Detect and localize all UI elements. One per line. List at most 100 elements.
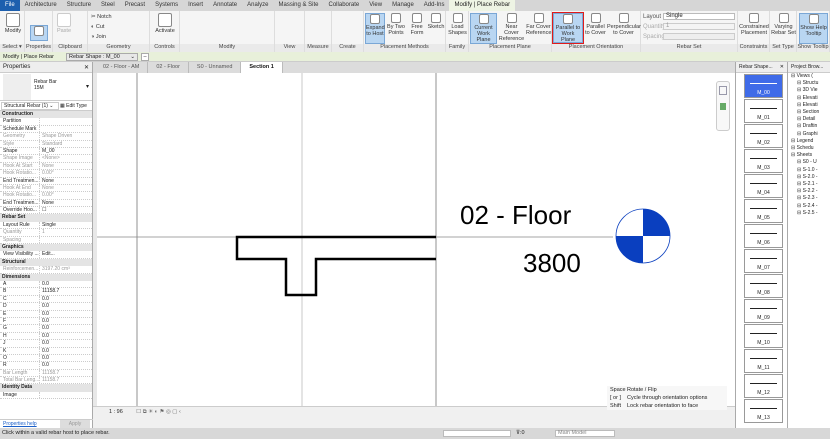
far-cover-button[interactable]: Far Cover Reference <box>526 13 551 36</box>
property-value[interactable]: 0.0 <box>40 311 92 317</box>
browser-item[interactable]: ⊟ Section <box>791 109 830 116</box>
tab-massing[interactable]: Massing & Site <box>273 0 323 11</box>
property-row[interactable]: End Treatmen... None <box>0 199 92 208</box>
property-value[interactable]: 0.0 <box>40 318 92 324</box>
workset-select[interactable] <box>443 430 511 437</box>
rebar-shape-item[interactable]: M_00 <box>744 74 783 98</box>
design-option-select[interactable]: Main Model <box>555 430 615 437</box>
tab-steel[interactable]: Steel <box>96 0 120 11</box>
property-value[interactable]: None <box>40 185 92 191</box>
browser-item[interactable]: ⊟ S-2.5 - <box>791 210 830 217</box>
rebar-shape-item[interactable]: M_08 <box>744 274 783 298</box>
browser-item[interactable]: ⊟ S-1.0 - <box>791 167 830 174</box>
browser-item[interactable]: ⊟ Draftin <box>791 123 830 130</box>
tab-annotate[interactable]: Annotate <box>208 0 242 11</box>
property-row[interactable]: C 0.0 <box>0 295 92 304</box>
tab-modify-place-rebar[interactable]: Modify | Place Rebar <box>449 0 516 11</box>
property-row[interactable]: G 0.0 <box>0 325 92 333</box>
property-row[interactable]: B 11158.7 <box>0 288 92 296</box>
properties-button[interactable] <box>30 25 48 41</box>
near-cover-button[interactable]: Near Cover Reference <box>498 13 525 42</box>
property-row[interactable]: R 0.0 <box>0 362 92 370</box>
tab-file[interactable]: File <box>0 0 20 11</box>
properties-help-link[interactable]: Properties help <box>0 421 37 427</box>
property-row[interactable]: O 0.0 <box>0 354 92 363</box>
property-value[interactable]: Shape Driven <box>40 133 92 139</box>
property-row[interactable]: Hook Rotatio... 0.00° <box>0 192 92 200</box>
modify-button[interactable]: Modify <box>3 13 23 34</box>
browser-item[interactable]: ⊟ S0 - U <box>791 159 830 166</box>
tab-view[interactable]: View <box>364 0 387 11</box>
browser-item[interactable]: ⊟ S-2.4 - <box>791 203 830 210</box>
filter-icon[interactable]: ⊽:0 <box>516 428 525 439</box>
property-value[interactable]: Single <box>40 222 92 228</box>
property-row[interactable]: View Visibility ... Edit... <box>0 251 92 259</box>
spacing-input[interactable] <box>663 33 735 40</box>
view-tab-unnamed[interactable]: S0 - Unnamed <box>189 62 242 73</box>
perpendicular-to-cover-button[interactable]: Perpendicular to Cover <box>607 13 641 36</box>
property-row[interactable]: Quantity 1 <box>0 229 92 237</box>
property-row[interactable]: Geometry Shape Driven <box>0 133 92 141</box>
browser-item[interactable]: ⊟ Elevati <box>791 102 830 109</box>
property-value[interactable]: 11158.7 <box>40 370 92 376</box>
close-icon[interactable]: ✕ <box>84 64 89 71</box>
rebar-shape-item[interactable]: M_12 <box>744 374 783 398</box>
rebar-shape-select[interactable]: Rebar Shape : M_00 ⌄ <box>66 53 138 61</box>
show-help-tooltip-button[interactable]: Show Help Tooltip <box>799 13 828 44</box>
property-row[interactable]: H 0.0 <box>0 332 92 341</box>
tab-collaborate[interactable]: Collaborate <box>324 0 365 11</box>
property-value[interactable]: <None> <box>40 155 92 161</box>
current-work-plane-button[interactable]: Current Work Plane <box>470 13 497 44</box>
browser-item[interactable]: ⊟ Structu <box>791 80 830 87</box>
property-row[interactable]: End Treatmen... None <box>0 177 92 185</box>
property-row[interactable]: E 0.0 <box>0 310 92 318</box>
browser-item[interactable]: ⊟ Elevati <box>791 95 830 102</box>
property-row[interactable]: Hook At Start None <box>0 162 92 171</box>
property-row[interactable]: Partition <box>0 118 92 126</box>
expand-to-host-button[interactable]: Expand to Host <box>365 13 385 44</box>
by-two-points-button[interactable]: By Two Points <box>386 13 406 36</box>
browser-item[interactable]: ⊟ Views ( <box>791 73 830 80</box>
parallel-to-cover-button[interactable]: Parallel to Cover <box>585 13 606 36</box>
tab-addins[interactable]: Add-Ins <box>419 0 450 11</box>
layout-select[interactable]: Single <box>663 13 735 20</box>
instance-filter-select[interactable]: Structural Rebar (1) ⌄ <box>1 101 59 110</box>
property-row[interactable]: Layout Rule Single <box>0 221 92 230</box>
notch-button[interactable]: ✂ Notch <box>91 14 112 20</box>
close-icon[interactable]: ✕ <box>780 64 784 70</box>
property-value[interactable]: Standard <box>40 141 92 147</box>
property-group-header[interactable]: Rebar Set <box>0 214 92 222</box>
tab-manage[interactable]: Manage <box>387 0 419 11</box>
browser-item[interactable]: ⊟ Detail <box>791 116 830 123</box>
tab-architecture[interactable]: Architecture <box>20 0 62 11</box>
rebar-shape-item[interactable]: M_03 <box>744 149 783 173</box>
paste-button[interactable]: Paste <box>56 13 72 34</box>
property-value[interactable]: 0.0 <box>40 325 92 331</box>
rebar-shape-item[interactable]: M_02 <box>744 124 783 148</box>
drawing-canvas[interactable]: 02 - Floor 3800 1 : 96 ☐ ⧉ ☀ ◐ ⚑ ◎ ▢ ‹ <box>93 73 735 417</box>
apply-button[interactable]: Apply <box>60 420 90 428</box>
property-group-header[interactable]: Construction <box>0 111 92 119</box>
property-value[interactable]: 3197.20 cm³ <box>40 266 92 272</box>
parallel-to-work-plane-button[interactable]: Parallel to Work Plane <box>552 12 584 44</box>
zoom-icon[interactable] <box>720 103 726 110</box>
rebar-shape-item[interactable]: M_06 <box>744 224 783 248</box>
tab-precast[interactable]: Precast <box>120 0 150 11</box>
property-value[interactable]: ☐ <box>40 207 92 213</box>
tab-analyze[interactable]: Analyze <box>242 0 273 11</box>
property-group-header[interactable]: Identity Data <box>0 384 92 392</box>
property-value[interactable]: 0.0 <box>40 296 92 302</box>
property-row[interactable]: Style Standard <box>0 140 92 148</box>
browser-item[interactable]: ⊟ S-2.3 - <box>791 195 830 202</box>
property-value[interactable]: None <box>40 163 92 169</box>
rebar-shape-item[interactable]: M_10 <box>744 324 783 348</box>
join-button[interactable]: ◑ Join <box>91 34 106 40</box>
property-value[interactable]: 0.0 <box>40 348 92 354</box>
property-row[interactable]: Schedule Mark <box>0 125 92 134</box>
varying-rebar-set-button[interactable]: Varying Rebar Set <box>771 13 796 36</box>
property-row[interactable]: Spacing <box>0 236 92 245</box>
browser-item[interactable]: ⊟ 3D Vie <box>791 87 830 94</box>
property-row[interactable]: Image <box>0 391 92 400</box>
property-row[interactable]: Shape Image <None> <box>0 155 92 163</box>
property-row[interactable]: A 0.0 <box>0 280 92 289</box>
